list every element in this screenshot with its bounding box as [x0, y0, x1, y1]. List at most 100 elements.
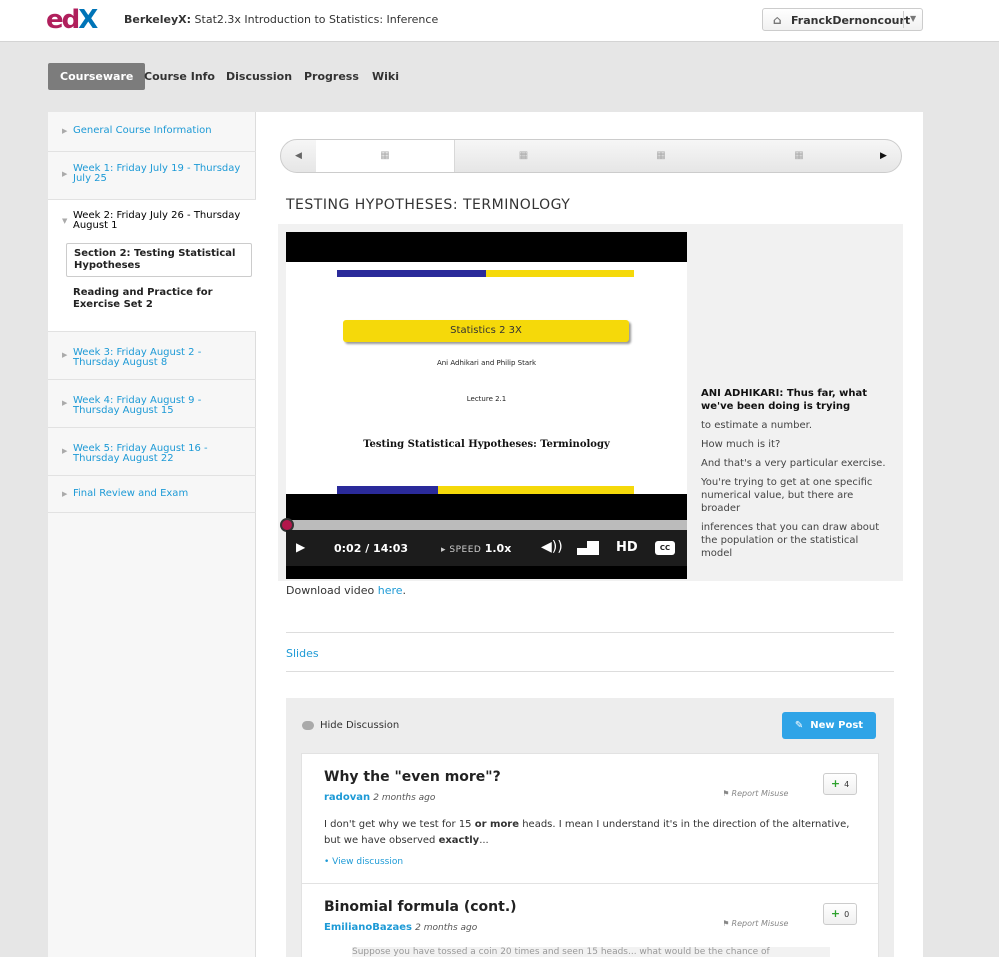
sidebar-section-reading[interactable]: Reading and Practice for Exercise Set 2: [66, 283, 252, 315]
tab-discussion[interactable]: Discussion: [226, 63, 292, 90]
sidebar-chapter-general[interactable]: ▶ General Course Information: [48, 112, 256, 152]
video-controls: ▶ 0:02 / 14:03 ▸ SPEED 1.0x ◀)) HD CC: [286, 530, 687, 566]
slide-footer: [438, 486, 538, 494]
view-discussion-link[interactable]: • View discussion: [324, 857, 403, 867]
vote-count: 4: [844, 780, 850, 789]
sidebar-chapter-week1[interactable]: ▶ Week 1: Friday July 19 - Thursday July…: [48, 152, 256, 200]
report-misuse-button[interactable]: ⚑ Report Misuse: [723, 919, 788, 928]
speed-value: 1.0x: [484, 542, 512, 555]
thread-time: 2 months ago: [415, 923, 478, 933]
transcript-lines: ANI ADHIKARI: Thus far, what we've been …: [701, 387, 889, 566]
tab-courseware[interactable]: Courseware: [48, 63, 146, 90]
tab-progress[interactable]: Progress: [304, 63, 359, 90]
download-suffix: .: [402, 584, 407, 597]
video-frame[interactable]: Statistics 2 3X Ani Adhikari and Philip …: [286, 262, 687, 494]
prev-arrow-icon[interactable]: ◀: [281, 140, 316, 172]
slide-authors: Ani Adhikari and Philip Stark: [436, 359, 537, 367]
divider: [286, 671, 894, 672]
slide-footer: [337, 486, 438, 494]
slide-bar: [337, 270, 486, 277]
speech-bubble-icon: [302, 720, 314, 730]
course-title: BerkeleyX: Stat2.3x Introduction to Stat…: [124, 13, 438, 26]
chevron-down-icon: ▼: [62, 217, 68, 225]
hd-button[interactable]: HD: [616, 540, 638, 555]
transcript-line[interactable]: And that's a very particular exercise.: [701, 457, 889, 470]
chevron-right-icon: ▶: [62, 351, 68, 359]
hide-discussion-label: Hide Discussion: [320, 720, 400, 731]
volume-icon[interactable]: ◀)): [541, 539, 563, 555]
top-bar: edX BerkeleyX: Stat2.3x Introduction to …: [0, 0, 999, 42]
chevron-down-icon[interactable]: ▼: [910, 14, 916, 23]
discussion-module: Hide Discussion ✎ New Post Why the "even…: [286, 698, 894, 957]
discussion-thread: Binomial formula (cont.) EmilianoBazaes …: [301, 884, 879, 957]
sidebar-chapter-label: Week 2: Friday July 26 - Thursday August…: [73, 210, 241, 231]
thread-body: I don't get why we test for 15 or more h…: [324, 817, 864, 849]
new-post-label: New Post: [810, 720, 864, 731]
fullscreen-icon[interactable]: [577, 541, 599, 555]
thread-author: radovan 2 months ago: [324, 792, 435, 803]
sidebar-chapter-week3[interactable]: ▶ Week 3: Friday August 2 - Thursday Aug…: [48, 332, 256, 380]
sidebar-chapter-label: Week 5: Friday August 16 - Thursday Augu…: [73, 443, 208, 464]
tab-course-info[interactable]: Course Info: [144, 63, 215, 90]
thread-preview: Suppose you have tossed a coin 20 times …: [352, 947, 830, 957]
hide-discussion-button[interactable]: Hide Discussion: [302, 720, 399, 731]
course-content: ▶ General Course Information ▶ Week 1: F…: [48, 112, 923, 957]
slide-lecture: Lecture 2.1: [466, 395, 507, 403]
edit-icon: ✎: [794, 720, 804, 731]
play-icon[interactable]: ▶: [296, 540, 305, 554]
sidebar-chapter-week4[interactable]: ▶ Week 4: Friday August 9 - Thursday Aug…: [48, 380, 256, 428]
thread-title[interactable]: Why the "even more"?: [324, 769, 501, 785]
vote-button[interactable]: +4: [823, 773, 857, 795]
slide-title: Statistics 2 3X: [343, 320, 629, 342]
report-misuse-label: Report Misuse: [731, 919, 789, 928]
divider: [903, 11, 904, 28]
transcript-line[interactable]: You're trying to get at one specific num…: [701, 476, 889, 515]
user-name: FranckDernoncourt: [791, 14, 911, 27]
home-icon: ⌂: [773, 13, 782, 27]
transcript-line[interactable]: to estimate a number.: [701, 419, 889, 432]
cc-button[interactable]: CC: [655, 541, 675, 555]
video-scrubber[interactable]: [280, 518, 687, 532]
tab-wiki[interactable]: Wiki: [372, 63, 399, 90]
sidebar-chapter-week5[interactable]: ▶ Week 5: Friday August 16 - Thursday Au…: [48, 428, 256, 476]
video-player[interactable]: Statistics 2 3X Ani Adhikari and Philip …: [280, 232, 687, 579]
download-link[interactable]: here: [378, 584, 403, 597]
speed-label: SPEED: [449, 545, 482, 555]
sequence-item-video[interactable]: ▦: [454, 140, 592, 172]
transcript-line[interactable]: ANI ADHIKARI: Thus far, what we've been …: [701, 387, 889, 413]
transcript-line[interactable]: How much is it?: [701, 438, 889, 451]
transcript-line[interactable]: inferences that you can draw about the p…: [701, 521, 889, 560]
next-arrow-icon[interactable]: ▶: [866, 140, 901, 172]
thread-body-bold: exactly: [438, 835, 480, 846]
new-post-button[interactable]: ✎ New Post: [782, 712, 876, 739]
sidebar-chapter-label: General Course Information: [73, 125, 212, 136]
chevron-right-icon: ▶: [62, 170, 68, 178]
slide-heading: Testing Statistical Hypotheses: Terminol…: [363, 439, 610, 450]
thread-title[interactable]: Binomial formula (cont.): [324, 899, 517, 915]
sequence-item-video[interactable]: ▦: [316, 140, 454, 172]
sequence-item-video[interactable]: ▦: [592, 140, 730, 172]
report-misuse-button[interactable]: ⚑ Report Misuse: [723, 789, 788, 798]
sidebar-section-testing[interactable]: Section 2: Testing Statistical Hypothese…: [66, 243, 252, 277]
divider: [286, 632, 894, 633]
flag-icon: ⚑: [723, 789, 729, 798]
thread-body-text: I don't get why we test for 15: [324, 819, 472, 830]
course-name: Stat2.3x Introduction to Statistics: Inf…: [194, 13, 439, 26]
edx-logo[interactable]: edX: [46, 5, 98, 35]
sidebar-chapter-label: Week 3: Friday August 2 - Thursday Augus…: [73, 347, 202, 368]
slide-bar: [486, 270, 634, 277]
author-link[interactable]: radovan: [324, 792, 370, 803]
slides-link[interactable]: Slides: [286, 647, 319, 660]
sidebar-chapter-label: Week 4: Friday August 9 - Thursday Augus…: [73, 395, 202, 416]
flag-icon: ⚑: [723, 919, 729, 928]
vote-button[interactable]: +0: [823, 903, 857, 925]
speed-control[interactable]: ▸ SPEED 1.0x: [441, 542, 511, 555]
thread-body-bold: or more: [474, 819, 520, 830]
sequence-item-video[interactable]: ▦: [730, 140, 868, 172]
plus-icon: +: [830, 777, 841, 790]
author-link[interactable]: EmilianoBazaes: [324, 922, 412, 933]
transcript-panel[interactable]: ANI ADHIKARI: Thus far, what we've been …: [701, 232, 893, 572]
user-menu-button[interactable]: ⌂ FranckDernoncourt ▼: [762, 8, 923, 31]
sidebar-chapter-final[interactable]: ▶ Final Review and Exam: [48, 476, 256, 513]
vote-count: 0: [844, 910, 850, 919]
